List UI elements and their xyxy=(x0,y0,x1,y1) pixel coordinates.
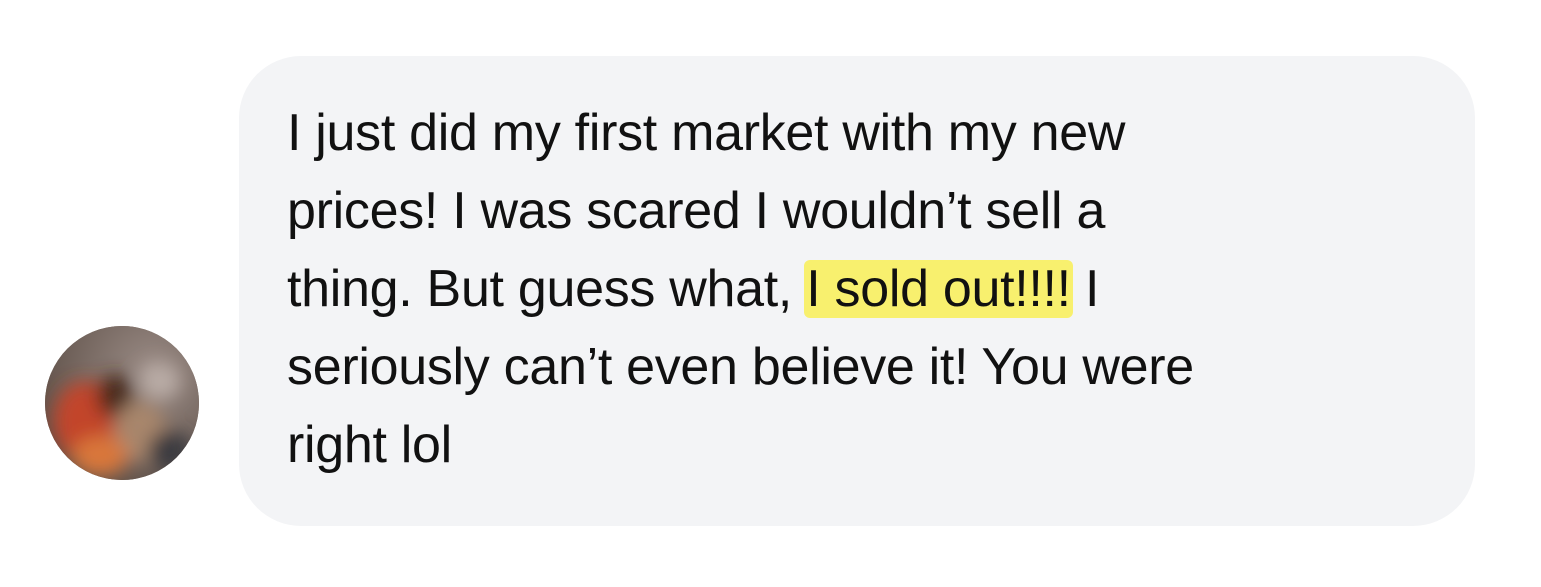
message-text: I just did my first market with my new p… xyxy=(287,94,1457,484)
highlighted-text: I sold out!!!! xyxy=(804,260,1073,318)
avatar-photo-icon xyxy=(45,326,199,480)
message-line-1: I just did my first market with my new xyxy=(287,104,1126,162)
message-line-5: right lol xyxy=(287,416,452,474)
message-line-2: prices! I was scared I wouldn’t sell a xyxy=(287,182,1106,240)
message-line-3: thing. But guess what, I sold out!!!! I xyxy=(287,250,1457,328)
message-bubble[interactable]: I just did my first market with my new p… xyxy=(239,56,1475,526)
incoming-message-row: I just did my first market with my new p… xyxy=(0,0,1541,587)
sender-avatar[interactable] xyxy=(45,326,199,480)
message-line-3-start: thing. But guess what, xyxy=(287,260,807,318)
message-line-3-end: I xyxy=(1070,260,1100,318)
message-line-4: seriously can’t even believe it! You wer… xyxy=(287,338,1194,396)
